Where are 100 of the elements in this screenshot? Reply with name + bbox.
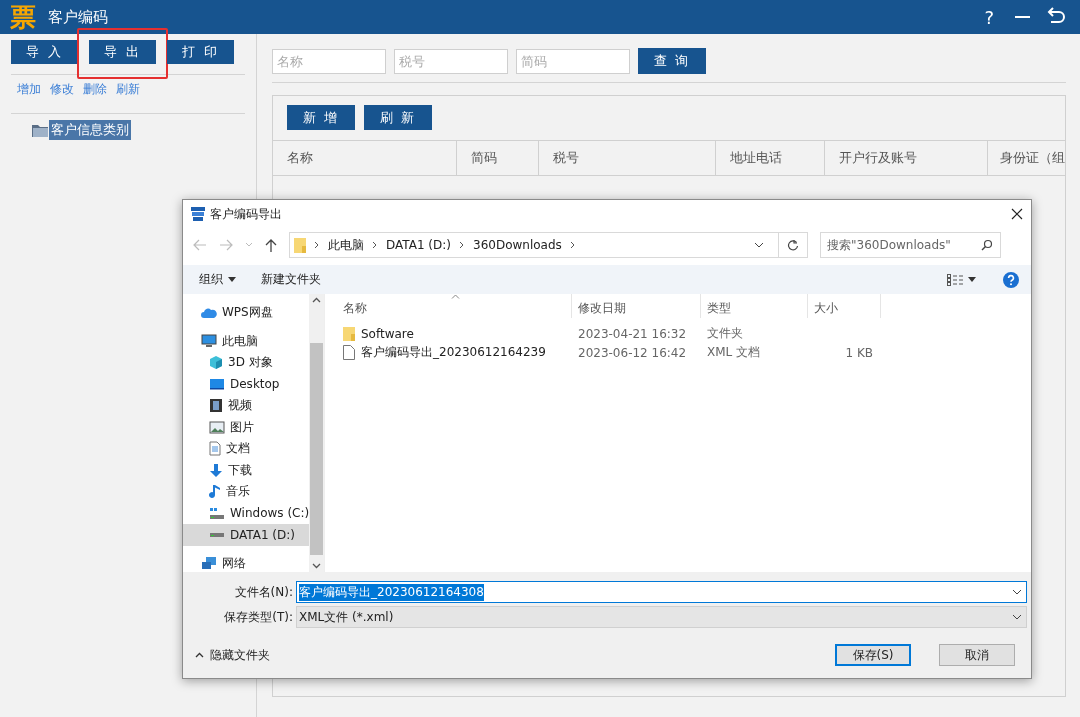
chevron-down-icon[interactable] [1012, 589, 1022, 595]
cube-icon [209, 355, 223, 371]
tree-action-link[interactable]: 刷新 [116, 81, 140, 98]
tree-action-link[interactable]: 修改 [50, 81, 74, 98]
new-folder-button[interactable]: 新建文件夹 [261, 271, 321, 288]
column-header[interactable]: 开户行及账号 [825, 141, 988, 175]
folder-icon [32, 123, 48, 137]
sort-caret-icon [451, 294, 460, 299]
toolbar-button[interactable]: 导 入 [11, 40, 78, 64]
file-date: 2023-06-12 16:42 [577, 345, 688, 360]
dropdown-icon[interactable] [228, 277, 236, 282]
document-icon [209, 441, 221, 457]
help-icon[interactable] [1003, 271, 1019, 288]
search-field[interactable]: 简码 [516, 48, 630, 74]
breadcrumb-item[interactable]: DATA1 (D:) [386, 238, 451, 252]
organize-menu[interactable]: 组织 [199, 271, 223, 288]
nav-item[interactable]: 视频 [183, 395, 310, 417]
app-icon [190, 206, 206, 222]
close-icon[interactable] [1011, 208, 1023, 220]
dialog-button[interactable]: 保存(S) [835, 644, 911, 666]
view-options-icon[interactable] [947, 273, 963, 286]
file-type-dropdown[interactable]: XML文件 (*.xml) [296, 606, 1027, 628]
image-icon [209, 420, 225, 434]
scroll-down-icon[interactable] [312, 563, 322, 569]
refresh-icon [787, 239, 799, 251]
table-button[interactable]: 新 增 [287, 105, 355, 130]
search-field[interactable]: 税号 [394, 48, 508, 74]
column-header[interactable]: 名称 [273, 141, 457, 175]
column-header[interactable]: 身份证（组 [988, 141, 1065, 175]
folder-icon [294, 237, 306, 253]
toolbar-button[interactable]: 打 印 [167, 40, 234, 64]
column-header[interactable]: 地址电话 [716, 141, 825, 175]
network-icon [201, 556, 217, 571]
breadcrumb-item[interactable]: 此电脑 [328, 236, 364, 254]
file-row[interactable]: 客户编码导出_20230612164239 2023-06-12 16:42 XML 文档 1 KB [327, 343, 1031, 362]
search-field[interactable]: 名称 [272, 48, 386, 74]
search-field[interactable]: 搜索"360Downloads" [820, 232, 1001, 258]
address-bar[interactable]: 此电脑 DATA1 (D:) 360Downloads [289, 232, 808, 258]
film-icon [209, 398, 223, 414]
tree-action-link[interactable]: 删除 [83, 81, 107, 98]
toolbar-button[interactable]: 导 出 [89, 40, 156, 64]
monitor-icon [209, 378, 225, 391]
nav-item[interactable]: 网络 [183, 552, 310, 574]
chevron-up-icon [195, 652, 204, 658]
file-type: 文件夹 [706, 325, 744, 342]
hide-folders-toggle[interactable]: 隐藏文件夹 [195, 646, 270, 664]
down-arrow-icon [209, 462, 223, 478]
cloud-icon [201, 307, 217, 318]
file-icon [343, 345, 355, 360]
app-logo: 票 [10, 2, 36, 32]
nav-item[interactable]: 文档 [183, 438, 310, 460]
chevron-right-icon [372, 241, 378, 249]
nav-item[interactable]: 图片 [183, 416, 310, 438]
search-icon [981, 239, 993, 251]
breadcrumb-item[interactable]: 360Downloads [473, 238, 562, 252]
chevron-down-icon[interactable] [754, 242, 764, 248]
nav-item[interactable]: DATA1 (D:) [183, 524, 310, 546]
column-header[interactable]: 大小 [808, 294, 881, 318]
folder-icon [343, 326, 355, 341]
filename-field[interactable]: 客户编码导出_20230612164308 [296, 581, 1027, 603]
chevron-right-icon [569, 241, 576, 249]
chevron-right-icon [314, 241, 320, 249]
scroll-up-icon[interactable] [312, 297, 322, 303]
column-header[interactable]: 类型 [701, 294, 808, 318]
tree-item[interactable]: 客户信息类别 [49, 120, 131, 140]
column-header[interactable]: 修改日期 [572, 294, 701, 318]
file-name: 客户编码导出_20230612164239 [361, 344, 546, 361]
file-row[interactable]: Software 2023-04-21 16:32 文件夹 [327, 324, 1031, 343]
nav-item[interactable]: Desktop [183, 373, 310, 395]
nav-item[interactable]: 下载 [183, 459, 310, 481]
nav-item[interactable]: 音乐 [183, 481, 310, 503]
field-label: 文件名(N): [233, 583, 294, 601]
drive-icon [209, 506, 225, 520]
window-title: 客户编码 [48, 7, 108, 27]
up-arrow-icon[interactable] [265, 238, 277, 252]
nav-item[interactable]: WPS网盘 [183, 302, 310, 324]
chevron-right-icon [459, 241, 465, 249]
nav-item[interactable]: Windows (C:) [183, 502, 310, 524]
column-header[interactable]: 简码 [457, 141, 539, 175]
file-type: XML 文档 [706, 344, 762, 361]
music-note-icon [209, 484, 221, 500]
help-button[interactable]: ? [984, 6, 994, 28]
dialog-button[interactable]: 取消 [939, 644, 1015, 666]
dialog-title: 客户编码导出 [210, 205, 282, 223]
tree-action-link[interactable]: 增加 [17, 81, 41, 98]
file-size: 1 KB [845, 345, 873, 360]
file-date: 2023-04-21 16:32 [577, 326, 688, 341]
table-button[interactable]: 刷 新 [364, 105, 432, 130]
field-label: 保存类型(T): [223, 608, 294, 626]
nav-item[interactable]: 此电脑 [183, 330, 310, 352]
computer-icon [201, 334, 217, 349]
scrollbar[interactable] [309, 294, 324, 572]
file-name: Software [361, 326, 414, 341]
drive-icon [209, 531, 225, 538]
column-header[interactable]: 名称 [327, 294, 572, 318]
query-button[interactable]: 查 询 [638, 48, 706, 74]
dropdown-icon[interactable] [968, 277, 976, 282]
nav-item[interactable]: 3D 对象 [183, 352, 310, 374]
column-header[interactable]: 税号 [539, 141, 716, 175]
chevron-down-icon[interactable] [1012, 614, 1022, 620]
